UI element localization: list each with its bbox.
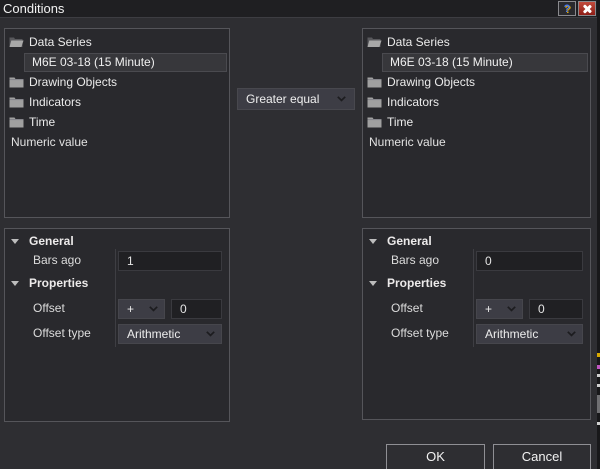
folder-open-icon xyxy=(9,36,24,48)
folder-closed-icon xyxy=(367,96,382,108)
tree-item-label: Data Series xyxy=(29,35,92,49)
ok-button[interactable]: OK xyxy=(386,444,485,469)
bars-ago-label: Bars ago xyxy=(33,253,82,267)
tree-item-label: Time xyxy=(29,115,56,129)
offset-label: Offset xyxy=(391,301,423,315)
collapse-triangle-icon xyxy=(369,238,377,244)
left-condition-tree: Data Series M6E 03-18 (15 Minute) Drawin… xyxy=(4,28,230,218)
folder-closed-icon xyxy=(367,76,382,88)
tree-item-instrument[interactable]: M6E 03-18 (15 Minute) xyxy=(363,52,590,72)
title-bar: Conditions xyxy=(0,0,597,18)
tree-item-label: Indicators xyxy=(29,95,82,109)
offset-type-dropdown[interactable]: Arithmetic xyxy=(118,324,222,344)
grid-divider xyxy=(115,249,116,347)
tree-item-time[interactable]: Time xyxy=(5,112,229,132)
right-condition-tree: Data Series M6E 03-18 (15 Minute) Drawin… xyxy=(362,28,591,218)
selected-tree-item[interactable]: M6E 03-18 (15 Minute) xyxy=(24,52,227,72)
help-button[interactable]: ? xyxy=(558,1,576,16)
left-properties-panel: General Bars ago 1 Properties Offset + 0… xyxy=(4,228,230,422)
operator-value: Greater equal xyxy=(246,92,320,106)
folder-closed-icon xyxy=(9,76,24,88)
offset-operator-dropdown[interactable]: + xyxy=(476,299,523,319)
tree-item-data-series[interactable]: Data Series xyxy=(363,32,590,52)
grid-divider xyxy=(473,249,474,347)
folder-open-icon xyxy=(367,36,382,48)
chevron-down-icon xyxy=(567,331,576,337)
properties-section-header[interactable]: Properties xyxy=(369,275,446,291)
tree-item-instrument[interactable]: M6E 03-18 (15 Minute) xyxy=(5,52,229,72)
conditions-dialog: { "window": { "title": "Conditions", "he… xyxy=(0,0,600,469)
bars-ago-input[interactable]: 1 xyxy=(118,251,222,271)
collapse-triangle-icon xyxy=(11,238,19,244)
general-section-header[interactable]: General xyxy=(369,233,432,249)
selected-tree-item[interactable]: M6E 03-18 (15 Minute) xyxy=(382,52,588,72)
close-button[interactable] xyxy=(578,1,596,16)
collapse-triangle-icon xyxy=(11,280,19,286)
offset-operator-dropdown[interactable]: + xyxy=(118,299,165,319)
offset-value-input[interactable]: 0 xyxy=(171,299,222,319)
bars-ago-label: Bars ago xyxy=(391,253,440,267)
offset-type-dropdown[interactable]: Arithmetic xyxy=(476,324,583,344)
chevron-down-icon xyxy=(507,306,516,312)
chevron-down-icon xyxy=(149,306,158,312)
right-properties-panel: General Bars ago 0 Properties Offset + 0… xyxy=(362,228,591,420)
tree-item-numeric-value[interactable]: Numeric value xyxy=(5,132,229,152)
tree-item-label: Numeric value xyxy=(369,135,446,149)
tree-item-data-series[interactable]: Data Series xyxy=(5,32,229,52)
tree-item-label: Time xyxy=(387,115,414,129)
tree-item-drawing-objects[interactable]: Drawing Objects xyxy=(363,72,590,92)
cancel-button[interactable]: Cancel xyxy=(493,444,591,469)
tree-item-label: Indicators xyxy=(387,95,440,109)
tree-item-label: M6E 03-18 (15 Minute) xyxy=(32,55,155,69)
tree-item-label: Data Series xyxy=(387,35,450,49)
tree-item-indicators[interactable]: Indicators xyxy=(5,92,229,112)
tree-item-label: M6E 03-18 (15 Minute) xyxy=(390,55,513,69)
help-icon: ? xyxy=(563,2,571,15)
offset-label: Offset xyxy=(33,301,65,315)
tree-item-label: Drawing Objects xyxy=(387,75,476,89)
folder-closed-icon xyxy=(367,116,382,128)
tree-item-numeric-value[interactable]: Numeric value xyxy=(363,132,590,152)
tree-item-label: Numeric value xyxy=(11,135,88,149)
tree-item-time[interactable]: Time xyxy=(363,112,590,132)
chevron-down-icon xyxy=(337,96,346,102)
bars-ago-input[interactable]: 0 xyxy=(476,251,583,271)
chevron-down-icon xyxy=(206,331,215,337)
folder-closed-icon xyxy=(9,96,24,108)
offset-type-label: Offset type xyxy=(33,326,91,340)
collapse-triangle-icon xyxy=(369,280,377,286)
tree-item-drawing-objects[interactable]: Drawing Objects xyxy=(5,72,229,92)
general-section-header[interactable]: General xyxy=(11,233,74,249)
close-icon xyxy=(582,4,592,14)
offset-type-label: Offset type xyxy=(391,326,449,340)
dialog-title: Conditions xyxy=(3,1,65,16)
properties-section-header[interactable]: Properties xyxy=(11,275,88,291)
tree-item-label: Drawing Objects xyxy=(29,75,118,89)
tree-item-indicators[interactable]: Indicators xyxy=(363,92,590,112)
operator-dropdown[interactable]: Greater equal xyxy=(237,88,355,110)
offset-value-input[interactable]: 0 xyxy=(529,299,583,319)
folder-closed-icon xyxy=(9,116,24,128)
